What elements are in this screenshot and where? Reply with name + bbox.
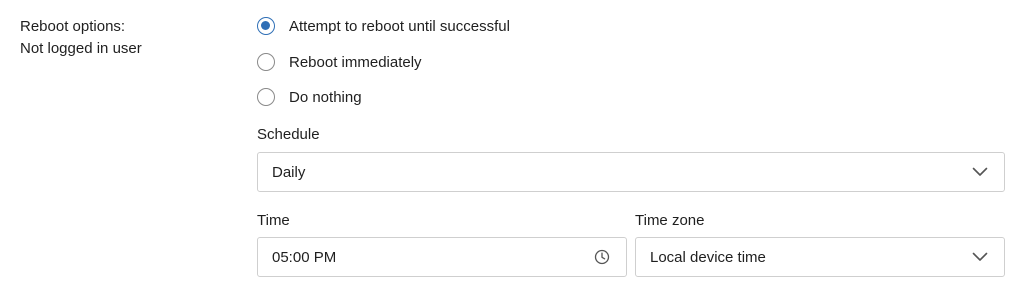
time-input[interactable]: 05:00 PM <box>257 237 627 277</box>
schedule-label: Schedule <box>257 126 320 143</box>
chevron-down-icon <box>968 245 992 269</box>
schedule-value: Daily <box>272 163 306 181</box>
radio-option-do-nothing[interactable]: Do nothing <box>257 86 362 108</box>
radio-option-label: Attempt to reboot until successful <box>289 17 510 35</box>
reboot-options-label: Reboot options: Not logged in user <box>20 16 142 60</box>
radio-option-label: Reboot immediately <box>289 53 422 71</box>
timezone-value: Local device time <box>650 248 766 266</box>
radio-option-attempt-reboot[interactable]: Attempt to reboot until successful <box>257 15 510 37</box>
clock-icon[interactable] <box>590 245 614 269</box>
radio-button[interactable] <box>257 88 275 106</box>
radio-button[interactable] <box>257 53 275 71</box>
schedule-dropdown[interactable]: Daily <box>257 152 1005 192</box>
reboot-options-subtitle: Not logged in user <box>20 40 142 57</box>
time-value: 05:00 PM <box>272 248 337 266</box>
timezone-label: Time zone <box>635 212 705 229</box>
timezone-dropdown[interactable]: Local device time <box>635 237 1005 277</box>
radio-option-reboot-immediately[interactable]: Reboot immediately <box>257 51 422 73</box>
radio-option-label: Do nothing <box>289 88 362 106</box>
reboot-options-title: Reboot options: <box>20 18 126 35</box>
chevron-down-icon <box>968 160 992 184</box>
time-label: Time <box>257 212 290 229</box>
radio-button-selected[interactable] <box>257 17 275 35</box>
